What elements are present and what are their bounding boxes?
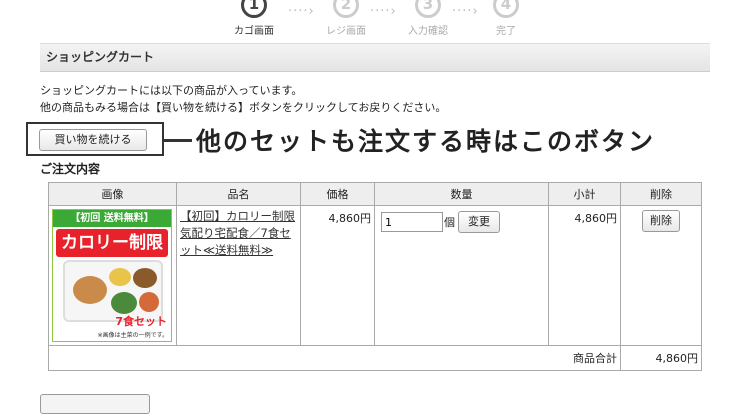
step-label: 入力確認 <box>408 26 448 37</box>
column-header-delete: 削除 <box>620 182 702 206</box>
step-register: 2 レジ画面 <box>320 0 372 37</box>
column-header-quantity: 数量 <box>374 182 549 206</box>
step-label: レジ画面 <box>326 26 366 37</box>
step-arrow-icon: ····› <box>370 4 397 19</box>
product-image-badge: 7食セット <box>115 315 167 328</box>
step-number: 3 <box>415 0 441 18</box>
step-label: カゴ画面 <box>234 26 274 37</box>
total-row: 商品合計 4,860円 <box>48 345 702 371</box>
product-image-banner: 【初回 送料無料】 <box>53 210 171 227</box>
product-subtotal: 4,860円 <box>548 205 621 346</box>
delete-button[interactable]: 削除 <box>642 210 680 232</box>
step-number: 2 <box>333 0 359 18</box>
step-label: 完了 <box>496 26 516 37</box>
column-header-price: 価格 <box>300 182 375 206</box>
product-name-cell: 【初回】カロリー制限気配り宅配食／7食セット≪送料無料≫ <box>176 205 301 346</box>
step-cart: 1 カゴ画面 <box>228 0 280 37</box>
bottom-button[interactable] <box>40 394 150 414</box>
delete-cell: 削除 <box>620 205 702 346</box>
intro-line: ショッピングカートには以下の商品が入っています。 <box>40 84 303 97</box>
callout-annotation: 他のセットも注文する時はこのボタン <box>196 127 656 156</box>
column-header-subtotal: 小計 <box>548 182 621 206</box>
order-section-title: ご注文内容 <box>40 162 101 176</box>
quantity-unit: 個 <box>444 216 455 229</box>
product-price: 4,860円 <box>300 205 375 346</box>
table-row: 【初回 送料無料】 カロリー制限 7食セット ※画像は主菜の一例です。 【初回】… <box>48 205 702 346</box>
product-image-title: カロリー制限 <box>56 229 168 257</box>
continue-button-highlight: 買い物を続ける <box>26 122 164 156</box>
checkout-steps: 1 カゴ画面 ····› 2 レジ画面 ····› 3 入力確認 ····› 4… <box>228 0 528 40</box>
step-number: 4 <box>493 0 519 18</box>
column-header-image: 画像 <box>48 182 177 206</box>
table-header-row: 画像 品名 価格 数量 小計 削除 <box>48 182 702 206</box>
intro-text: ショッピングカートには以下の商品が入っています。 他の商品もみる場合は【買い物を… <box>40 82 446 116</box>
cart-table: 画像 品名 価格 数量 小計 削除 【初回 送料無料】 カロリー制限 7食セット… <box>48 182 702 371</box>
step-arrow-icon: ····› <box>452 4 479 19</box>
column-header-name: 品名 <box>176 182 301 206</box>
step-complete: 4 完了 <box>480 0 532 37</box>
step-number: 1 <box>241 0 267 18</box>
total-label: 商品合計 <box>48 345 621 371</box>
update-quantity-button[interactable]: 変更 <box>458 211 500 233</box>
product-name-link[interactable]: 【初回】カロリー制限気配り宅配食／7食セット≪送料無料≫ <box>177 206 300 261</box>
intro-line: 他の商品もみる場合は【買い物を続ける】ボタンをクリックしてお戻りください。 <box>40 101 447 114</box>
step-confirm: 3 入力確認 <box>402 0 454 37</box>
product-image-note: ※画像は主菜の一例です。 <box>97 332 168 339</box>
quantity-cell: 個変更 <box>374 205 549 346</box>
step-arrow-icon: ····› <box>288 4 315 19</box>
product-image-cell: 【初回 送料無料】 カロリー制限 7食セット ※画像は主菜の一例です。 <box>48 205 177 346</box>
total-value: 4,860円 <box>620 345 702 371</box>
continue-shopping-button[interactable]: 買い物を続ける <box>39 129 147 151</box>
page-title: ショッピングカート <box>40 43 710 72</box>
callout-line <box>164 139 192 142</box>
product-image[interactable]: 【初回 送料無料】 カロリー制限 7食セット ※画像は主菜の一例です。 <box>52 209 172 342</box>
quantity-input[interactable] <box>381 212 443 232</box>
